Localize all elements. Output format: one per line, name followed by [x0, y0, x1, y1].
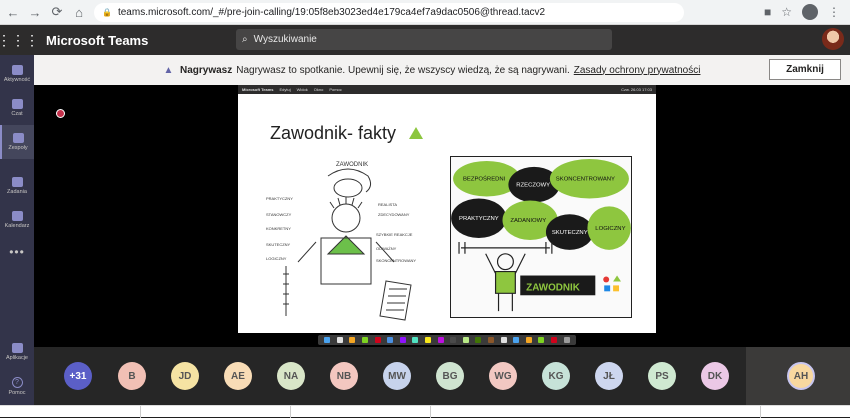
menu-icon[interactable]: ⋮ [828, 5, 840, 19]
mac-menu-item: Edytuj [279, 87, 291, 92]
rail-item-teams[interactable]: Zespoły [0, 125, 34, 159]
profile-icon[interactable] [802, 4, 818, 20]
privacy-link[interactable]: Zasady ochrony prywatności [574, 65, 701, 76]
cloud-label: RZECZOWY [516, 183, 550, 189]
app-title: Microsoft Teams [46, 32, 149, 48]
self-avatar[interactable]: AH [787, 362, 815, 390]
sketch-label: REALISTA [378, 202, 397, 207]
rail-label: Kalendarz [4, 223, 30, 229]
cloud-label: SKUTECZNY [552, 230, 588, 236]
close-banner-button[interactable]: Zamknij [769, 59, 841, 80]
mac-menu-bar: Microsoft Teams Edytuj Widok Okno Pomoc … [238, 85, 656, 94]
back-icon[interactable]: ← [4, 3, 22, 21]
apps-icon [11, 343, 23, 353]
search-input[interactable]: ⌕ Wyszukiwanie [236, 29, 612, 50]
banner-bold: Nagrywasz [180, 64, 233, 76]
recording-banner: ▲ Nagrywasz Nagrywasz to spotkanie. Upew… [34, 55, 850, 85]
chat-icon [11, 99, 23, 109]
teams-icon [12, 133, 24, 143]
sketch-label: ZDECYDOWANY [378, 212, 410, 217]
calendar-icon [11, 211, 23, 221]
cloud-label: ZADANIOWY [510, 218, 546, 224]
rail-item-tasks[interactable]: Zadania [0, 169, 34, 203]
participant-roster: +31 B JD AE NA NB MW BG WG KG JŁ PS DK A… [34, 347, 850, 405]
participant-avatar[interactable]: KG [542, 362, 570, 390]
green-triangle-icon [409, 127, 423, 139]
mac-menu-item: Okno [313, 87, 324, 92]
cloud-label: LOGICZNY [595, 226, 625, 232]
bottom-strip [0, 405, 850, 418]
rail-label: Aplikacje [5, 355, 28, 361]
rail-label: Zadania [7, 189, 27, 195]
mac-menu-item: Widok [296, 87, 308, 92]
sketch-label: SKONCENTROWANY [376, 258, 416, 263]
sketch-badge: ZAWODNIK [526, 282, 581, 293]
sketch-label: SKUTECZNY [266, 242, 291, 247]
sketch-label: KONKRETNY [266, 226, 291, 231]
participant-avatar[interactable]: BG [436, 362, 464, 390]
search-placeholder: Wyszukiwanie [253, 34, 317, 45]
sketch-right: BEZPOŚREDNI RZECZOWY SKONCENTROWANY PRAK… [450, 156, 632, 318]
mac-menu-item: Pomoc [329, 87, 342, 92]
rail-item-calendar[interactable]: Kalendarz [0, 203, 34, 237]
slide-title: Zawodnik- fakty [270, 123, 397, 143]
more-apps-icon[interactable]: ••• [0, 245, 34, 259]
sketch-label: PRAKTYCZNY [266, 196, 293, 201]
banner-message: Nagrywasz to spotkanie. Upewnij się, że … [236, 64, 570, 76]
mac-clock: Czw. 26.03 17:03 [621, 87, 652, 92]
sketch-label: LOGICZNY [266, 256, 287, 261]
cloud-label: PRAKTYCZNY [459, 216, 499, 222]
cloud-label: BEZPOŚREDNI [463, 175, 506, 183]
home-icon[interactable]: ⌂ [70, 3, 88, 21]
url-text: teams.microsoft.com/_#/pre-join-calling/… [117, 6, 546, 18]
warning-icon: ▲ [163, 64, 174, 76]
sketch-label: ZAWODNIK [336, 162, 368, 168]
browser-toolbar: ← → ⟳ ⌂ 🔒 teams.microsoft.com/_#/pre-joi… [0, 0, 850, 25]
participant-avatar[interactable]: NA [277, 362, 305, 390]
lock-icon: 🔒 [102, 7, 112, 17]
slide: Zawodnik- fakty ZAWODNIK PRAKTYCZNY STAN… [238, 94, 656, 333]
participant-avatar[interactable]: AE [224, 362, 252, 390]
participant-avatar[interactable]: B [118, 362, 146, 390]
bell-icon [11, 65, 23, 75]
participant-avatar[interactable]: JD [171, 362, 199, 390]
app-launcher-icon[interactable]: ⋮⋮⋮ [0, 25, 39, 55]
rail-label: Zespoły [8, 145, 28, 151]
sketch-left: ZAWODNIK PRAKTYCZNY STANOWCZY KONKRETNY … [266, 162, 416, 321]
star-icon[interactable]: ☆ [781, 5, 792, 19]
recording-indicator-icon [56, 109, 65, 118]
participant-avatar[interactable]: DK [701, 362, 729, 390]
rail-label: Pomoc [8, 390, 26, 396]
sketch-label: STANOWCZY [266, 212, 292, 217]
user-avatar[interactable] [822, 28, 844, 50]
rail-label: Aktywność [3, 77, 31, 83]
camera-icon[interactable]: ■ [764, 5, 771, 19]
more-participants-button[interactable]: +31 [64, 362, 92, 390]
rail-label: Czat [11, 111, 23, 117]
mac-menu-item: Microsoft Teams [242, 87, 274, 92]
forward-icon[interactable]: → [26, 3, 44, 21]
participant-avatar[interactable]: PS [648, 362, 676, 390]
meeting-stage: Microsoft Teams Edytuj Widok Okno Pomoc … [34, 85, 850, 347]
help-icon: ? [11, 377, 23, 388]
teams-header: ⋮⋮⋮ Microsoft Teams ⌕ Wyszukiwanie [0, 25, 850, 55]
participant-avatar[interactable]: WG [489, 362, 517, 390]
tasks-icon [11, 177, 23, 187]
search-icon: ⌕ [242, 34, 248, 45]
rail-item-help[interactable]: ? Pomoc [0, 377, 34, 396]
participant-avatar[interactable]: JŁ [595, 362, 623, 390]
shared-screen: Microsoft Teams Edytuj Widok Okno Pomoc … [238, 85, 656, 347]
address-bar[interactable]: 🔒 teams.microsoft.com/_#/pre-join-callin… [94, 2, 684, 22]
rail-item-activity[interactable]: Aktywność [0, 57, 34, 91]
sketch-label: ODWAŻNY [376, 246, 397, 251]
participant-avatar[interactable]: NB [330, 362, 358, 390]
participant-avatar[interactable]: MW [383, 362, 411, 390]
reload-icon[interactable]: ⟳ [48, 3, 66, 21]
rail-item-apps[interactable]: Aplikacje [0, 343, 34, 361]
cloud-label: SKONCENTROWANY [556, 177, 615, 183]
sketch-label: SZYBKIE REAKCJE [376, 232, 413, 237]
app-rail: Aktywność Czat Zespoły Zadania Kalendarz… [0, 55, 34, 417]
mac-dock [238, 333, 656, 347]
rail-item-chat[interactable]: Czat [0, 91, 34, 125]
